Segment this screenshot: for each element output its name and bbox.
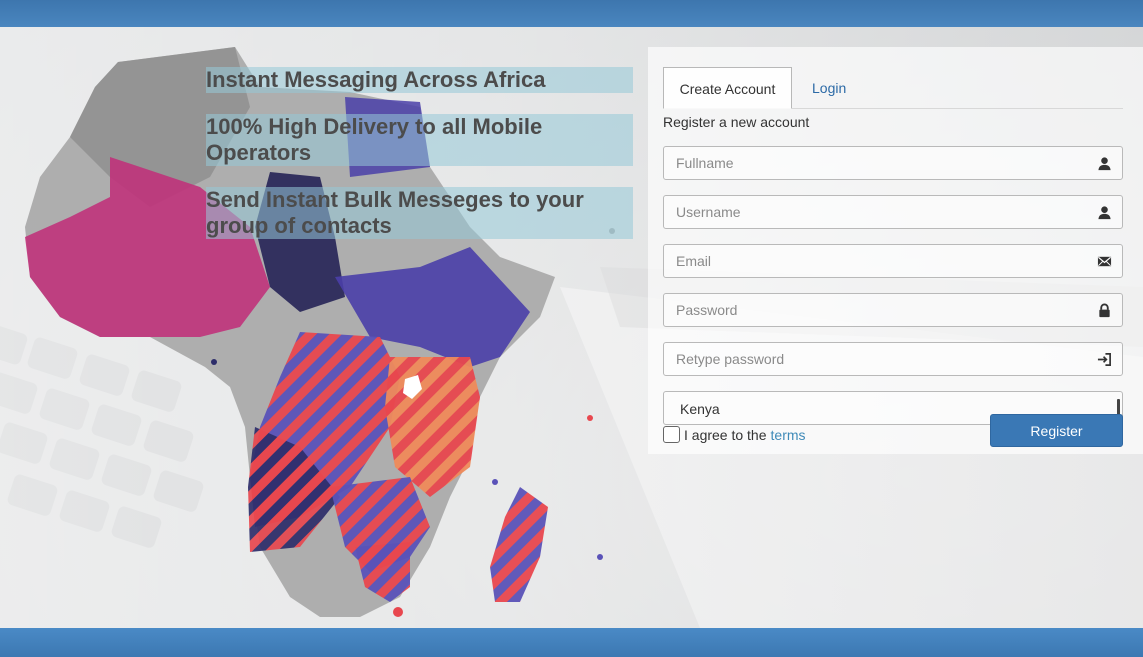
login-arrow-icon xyxy=(1097,353,1111,366)
form-subtitle: Register a new account xyxy=(663,114,810,130)
password-input[interactable] xyxy=(664,294,1122,326)
headline-delivery: 100% High Delivery to all Mobile Operato… xyxy=(206,114,633,166)
user-icon xyxy=(1098,157,1111,171)
retype-password-input[interactable] xyxy=(664,343,1122,375)
fullname-input[interactable] xyxy=(664,147,1122,179)
headlines-block: Instant Messaging Across Africa 100% Hig… xyxy=(206,67,633,260)
top-header-bar xyxy=(0,0,1143,27)
headline-bulk: Send Instant Bulk Messeges to your group… xyxy=(206,187,633,239)
bottom-footer-bar xyxy=(0,628,1143,657)
retype-password-field[interactable] xyxy=(663,342,1123,376)
terms-link[interactable]: terms xyxy=(771,427,806,443)
username-field[interactable] xyxy=(663,195,1123,229)
register-button[interactable]: Register xyxy=(990,414,1123,447)
country-selected-value: Kenya xyxy=(680,401,720,417)
tab-login[interactable]: Login xyxy=(798,67,860,109)
auth-tabs: Create Account Login xyxy=(663,67,1123,109)
headline-messaging: Instant Messaging Across Africa xyxy=(206,67,633,93)
tab-create-account[interactable]: Create Account xyxy=(663,67,792,109)
envelope-icon xyxy=(1097,256,1112,267)
email-field[interactable] xyxy=(663,244,1123,278)
email-input[interactable] xyxy=(664,245,1122,277)
lock-icon xyxy=(1099,303,1110,318)
user-icon xyxy=(1098,206,1111,220)
registration-panel: Create Account Login Register a new acco… xyxy=(648,47,1143,454)
agree-text: I agree to the xyxy=(684,426,767,443)
password-field[interactable] xyxy=(663,293,1123,327)
terms-agreement: I agree to the terms xyxy=(663,426,806,443)
fullname-field[interactable] xyxy=(663,146,1123,180)
hero-section: Instant Messaging Across Africa 100% Hig… xyxy=(0,27,1143,628)
username-input[interactable] xyxy=(664,196,1122,228)
terms-checkbox[interactable] xyxy=(663,426,680,443)
